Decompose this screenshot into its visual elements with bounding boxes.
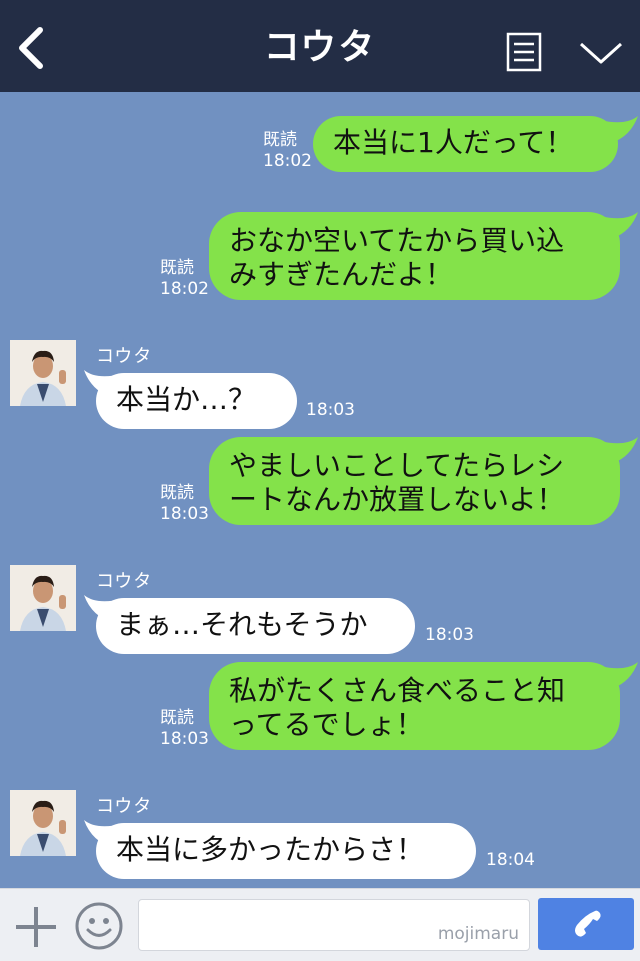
sender-name: コウタ bbox=[96, 571, 153, 592]
smiley-icon[interactable] bbox=[74, 901, 124, 951]
sender-name: コウタ bbox=[96, 346, 153, 367]
message-time: 18:03 bbox=[425, 625, 474, 645]
message-bubble[interactable]: 本当に多かったからさ！ bbox=[96, 823, 476, 879]
message-input[interactable]: mojimaru bbox=[138, 899, 530, 951]
message-bubble[interactable]: おなか空いてたから買い込 みすぎたんだよ！ bbox=[209, 212, 620, 300]
call-button[interactable] bbox=[538, 898, 634, 950]
chat-header: コウタ bbox=[0, 0, 640, 92]
message-bubble[interactable]: 本当に1人だって！ bbox=[313, 116, 618, 172]
avatar[interactable] bbox=[10, 565, 76, 631]
message-time: 18:04 bbox=[486, 850, 535, 870]
watermark: mojimaru bbox=[437, 924, 519, 944]
plus-icon[interactable] bbox=[14, 905, 58, 949]
message-bubble[interactable]: 本当か…？ bbox=[96, 373, 297, 429]
message-bubble[interactable]: まぁ…それもそうか bbox=[96, 598, 415, 654]
avatar[interactable] bbox=[10, 790, 76, 856]
read-status: 既読 18:03 bbox=[160, 483, 209, 524]
message-bubble[interactable]: やましいことしてたらレシ ートなんか放置しないよ！ bbox=[209, 437, 620, 525]
input-bar: mojimaru bbox=[0, 888, 640, 961]
avatar[interactable] bbox=[10, 340, 76, 406]
sender-name: コウタ bbox=[96, 796, 153, 817]
message-bubble[interactable]: 私がたくさん食べること知 ってるでしょ！ bbox=[209, 662, 620, 750]
read-status: 既読 18:02 bbox=[263, 130, 312, 171]
phone-icon bbox=[575, 910, 601, 937]
read-status: 既読 18:03 bbox=[160, 708, 209, 749]
read-status: 既読 18:02 bbox=[160, 258, 209, 299]
chevron-down-icon[interactable] bbox=[578, 38, 624, 68]
chat-area[interactable]: 既読 18:02 本当に1人だって！ 既読 18:02 おなか空いてたから買い込 みす… bbox=[0, 92, 640, 888]
chat-title: コウタ bbox=[263, 27, 377, 68]
note-icon[interactable] bbox=[506, 32, 542, 72]
message-time: 18:03 bbox=[306, 400, 355, 420]
